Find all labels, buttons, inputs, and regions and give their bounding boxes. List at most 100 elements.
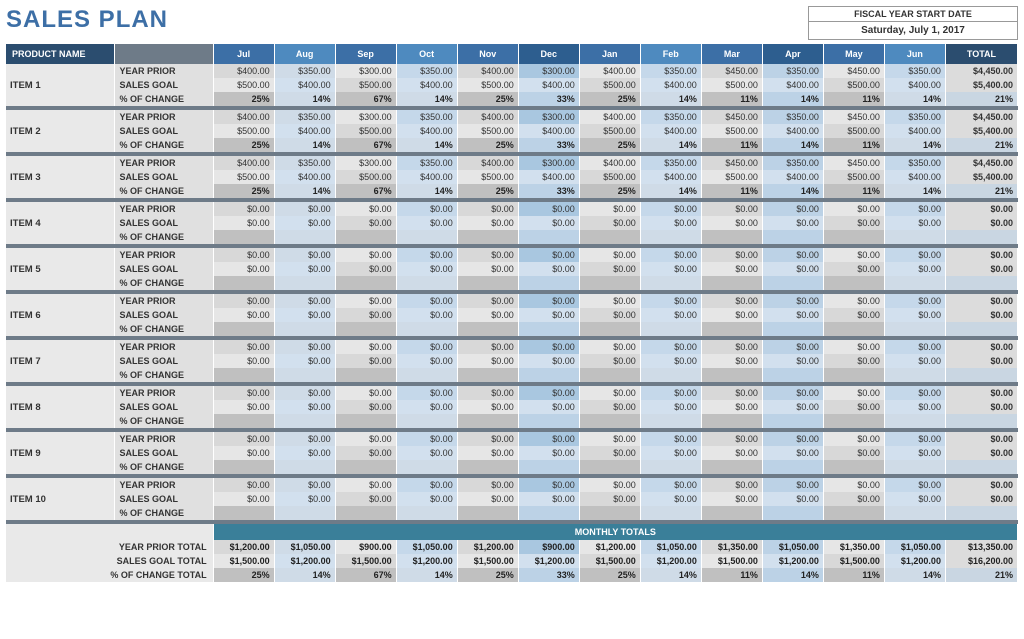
cell[interactable]: 14% — [274, 92, 335, 106]
cell[interactable]: $300.00 — [518, 64, 579, 78]
cell[interactable]: $0.00 — [213, 432, 274, 446]
cell[interactable]: $500.00 — [457, 170, 518, 184]
cell[interactable]: $0.00 — [518, 400, 579, 414]
cell[interactable] — [213, 414, 274, 428]
cell[interactable]: $0.00 — [213, 492, 274, 506]
cell[interactable]: 14% — [884, 138, 945, 152]
cell[interactable]: 14% — [274, 184, 335, 198]
cell[interactable] — [823, 414, 884, 428]
cell[interactable]: $0.00 — [335, 340, 396, 354]
cell[interactable] — [335, 322, 396, 336]
cell[interactable] — [274, 322, 335, 336]
cell[interactable]: $0.00 — [579, 202, 640, 216]
cell[interactable]: $0.00 — [213, 294, 274, 308]
cell[interactable] — [884, 322, 945, 336]
cell[interactable]: $0.00 — [335, 400, 396, 414]
cell[interactable]: $0.00 — [884, 354, 945, 368]
item-name[interactable]: ITEM 5 — [6, 248, 115, 290]
item-name[interactable]: ITEM 3 — [6, 156, 115, 198]
cell[interactable]: $500.00 — [335, 124, 396, 138]
cell[interactable]: $0.00 — [823, 294, 884, 308]
cell[interactable]: $0.00 — [396, 308, 457, 322]
cell[interactable] — [701, 414, 762, 428]
cell[interactable]: $0.00 — [335, 294, 396, 308]
cell[interactable]: $0.00 — [396, 294, 457, 308]
cell[interactable] — [884, 230, 945, 244]
cell[interactable]: $0.00 — [213, 262, 274, 276]
cell[interactable]: 25% — [457, 184, 518, 198]
cell[interactable]: $0.00 — [823, 216, 884, 230]
cell[interactable] — [274, 506, 335, 520]
cell[interactable] — [396, 506, 457, 520]
cell[interactable]: $500.00 — [335, 78, 396, 92]
cell[interactable] — [579, 368, 640, 382]
cell[interactable]: $0.00 — [213, 400, 274, 414]
cell[interactable]: $0.00 — [762, 294, 823, 308]
cell[interactable] — [762, 414, 823, 428]
cell[interactable]: $0.00 — [396, 354, 457, 368]
cell[interactable] — [518, 506, 579, 520]
cell[interactable]: $0.00 — [762, 492, 823, 506]
cell[interactable]: $0.00 — [274, 294, 335, 308]
cell[interactable]: $0.00 — [274, 432, 335, 446]
cell[interactable]: 11% — [823, 138, 884, 152]
cell[interactable]: $0.00 — [274, 216, 335, 230]
cell[interactable] — [274, 276, 335, 290]
cell[interactable]: $0.00 — [457, 294, 518, 308]
cell[interactable]: $0.00 — [518, 386, 579, 400]
cell[interactable]: $0.00 — [701, 492, 762, 506]
cell[interactable]: $500.00 — [457, 124, 518, 138]
cell[interactable] — [640, 276, 701, 290]
cell[interactable]: $400.00 — [396, 170, 457, 184]
cell[interactable]: 25% — [579, 92, 640, 106]
cell[interactable]: $0.00 — [762, 386, 823, 400]
item-name[interactable]: ITEM 6 — [6, 294, 115, 336]
cell[interactable]: $0.00 — [457, 308, 518, 322]
cell[interactable]: $0.00 — [579, 400, 640, 414]
cell[interactable]: $0.00 — [396, 262, 457, 276]
cell[interactable]: $0.00 — [335, 248, 396, 262]
cell[interactable]: $400.00 — [457, 156, 518, 170]
cell[interactable]: 67% — [335, 138, 396, 152]
cell[interactable]: $0.00 — [884, 386, 945, 400]
cell[interactable]: $0.00 — [274, 308, 335, 322]
cell[interactable]: 14% — [640, 184, 701, 198]
cell[interactable]: $0.00 — [579, 294, 640, 308]
cell[interactable]: $0.00 — [335, 446, 396, 460]
cell[interactable] — [457, 506, 518, 520]
cell[interactable] — [213, 230, 274, 244]
cell[interactable]: $400.00 — [762, 170, 823, 184]
cell[interactable]: $300.00 — [335, 156, 396, 170]
cell[interactable] — [457, 230, 518, 244]
cell[interactable]: $0.00 — [823, 248, 884, 262]
cell[interactable]: 33% — [518, 92, 579, 106]
cell[interactable]: $500.00 — [579, 170, 640, 184]
cell[interactable]: $350.00 — [274, 110, 335, 124]
cell[interactable]: $0.00 — [335, 202, 396, 216]
cell[interactable]: $350.00 — [640, 64, 701, 78]
cell[interactable]: $350.00 — [762, 156, 823, 170]
cell[interactable] — [213, 322, 274, 336]
cell[interactable]: $350.00 — [640, 156, 701, 170]
cell[interactable]: $500.00 — [701, 124, 762, 138]
cell[interactable]: $350.00 — [640, 110, 701, 124]
cell[interactable]: $500.00 — [823, 78, 884, 92]
cell[interactable]: $400.00 — [518, 124, 579, 138]
cell[interactable] — [762, 506, 823, 520]
cell[interactable]: $0.00 — [335, 308, 396, 322]
cell[interactable]: $0.00 — [274, 400, 335, 414]
cell[interactable] — [701, 276, 762, 290]
cell[interactable]: $0.00 — [274, 492, 335, 506]
cell[interactable]: $400.00 — [884, 124, 945, 138]
cell[interactable]: $400.00 — [213, 64, 274, 78]
cell[interactable]: $500.00 — [457, 78, 518, 92]
cell[interactable]: $400.00 — [396, 78, 457, 92]
cell[interactable]: $450.00 — [701, 156, 762, 170]
cell[interactable] — [701, 368, 762, 382]
cell[interactable]: $0.00 — [640, 308, 701, 322]
cell[interactable]: $0.00 — [640, 446, 701, 460]
cell[interactable]: $400.00 — [762, 78, 823, 92]
cell[interactable]: $350.00 — [274, 156, 335, 170]
cell[interactable]: $0.00 — [762, 400, 823, 414]
cell[interactable]: $0.00 — [335, 478, 396, 492]
